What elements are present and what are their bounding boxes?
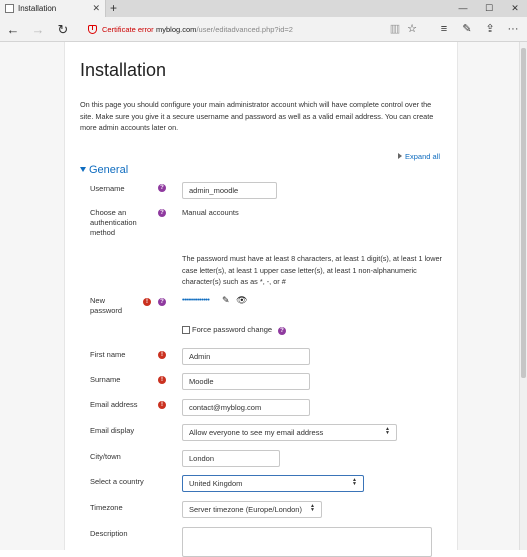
refresh-button[interactable]: ↻ xyxy=(52,17,74,42)
city-label: City/town xyxy=(90,452,121,461)
certificate-error-label[interactable]: Certificate error xyxy=(102,21,154,38)
tab-close-icon[interactable]: ✕ xyxy=(92,0,100,17)
username-help-icon[interactable]: ? xyxy=(158,184,166,192)
minimize-button[interactable]: — xyxy=(451,0,475,17)
page-scrollbar[interactable] xyxy=(519,42,527,550)
force-password-change-checkbox[interactable] xyxy=(182,326,190,334)
auth-method-help-icon[interactable]: ? xyxy=(158,209,166,217)
certificate-warning-icon[interactable] xyxy=(88,25,97,34)
hub-icon[interactable]: ≡ xyxy=(436,17,452,42)
expand-all-link[interactable]: Expand all xyxy=(398,152,440,161)
general-section-header[interactable]: General xyxy=(80,164,128,176)
select-arrow-icon: ▲ ▼ xyxy=(310,503,315,514)
intro-text: On this page you should configure your m… xyxy=(80,100,434,132)
tab-bar: Installation ✕ + — ☐ ✕ xyxy=(0,0,527,17)
password-value[interactable]: •••••••••••••• xyxy=(182,297,210,304)
tab-title: Installation xyxy=(18,4,57,13)
surname-required-icon: ! xyxy=(158,376,166,384)
surname-input[interactable]: Moodle xyxy=(182,373,310,390)
collapse-triangle-icon xyxy=(80,167,86,172)
expand-all-label: Expand all xyxy=(405,152,441,161)
email-input[interactable]: contact@myblog.com xyxy=(182,399,310,416)
username-label: Username xyxy=(90,184,125,193)
new-tab-button[interactable]: + xyxy=(110,0,117,17)
section-title: General xyxy=(89,164,129,176)
city-input[interactable]: London xyxy=(182,450,280,467)
reveal-eye-icon[interactable]: 👁 xyxy=(236,295,247,305)
maximize-button[interactable]: ☐ xyxy=(477,0,501,17)
auth-method-label: Choose an authentication method xyxy=(90,208,137,237)
firstname-input[interactable]: Admin xyxy=(182,348,310,365)
auth-method-value: Manual accounts xyxy=(182,208,239,217)
url-host: myblog.com xyxy=(156,25,197,34)
description-editor[interactable] xyxy=(182,527,432,557)
firstname-label: First name xyxy=(90,350,126,359)
email-display-label: Email display xyxy=(90,426,135,435)
back-button[interactable]: ← xyxy=(2,17,24,42)
email-label: Email address xyxy=(90,400,138,409)
page-favicon-icon xyxy=(5,4,14,13)
page-title: Installation xyxy=(80,60,167,80)
password-required-icon: ! xyxy=(143,298,151,306)
email-required-icon: ! xyxy=(158,401,166,409)
select-arrow-icon: ▲ ▼ xyxy=(385,426,390,437)
country-value: United Kingdom xyxy=(189,479,243,488)
expand-triangle-icon xyxy=(398,153,402,159)
installation-page: Installation On this page you should con… xyxy=(64,42,458,557)
reading-view-icon[interactable]: ▥ xyxy=(387,17,403,42)
timezone-select[interactable]: Server timezone (Europe/London) ▲ ▼ xyxy=(182,501,322,518)
password-actions: ✎ 👁 xyxy=(222,295,248,306)
country-label: Select a country xyxy=(90,477,144,486)
url-text[interactable]: myblog.com/user/editadvanced.php?id=2 xyxy=(156,21,293,38)
url-path: /user/editadvanced.php?id=2 xyxy=(196,25,293,34)
forward-button[interactable]: → xyxy=(27,17,49,42)
scrollbar-thumb[interactable] xyxy=(521,48,526,378)
navigation-bar: ← → ↻ Certificate error myblog.com/user/… xyxy=(0,17,527,42)
web-note-icon[interactable]: ✎ xyxy=(459,17,475,42)
description-label: Description xyxy=(90,529,128,538)
new-password-label: New password xyxy=(90,296,123,315)
firstname-required-icon: ! xyxy=(158,351,166,359)
window-close-button[interactable]: ✕ xyxy=(503,0,527,17)
page-margin-left xyxy=(0,42,64,550)
force-password-change-label[interactable]: Force password change xyxy=(192,325,272,334)
browser-tab[interactable]: Installation ✕ xyxy=(0,0,106,17)
email-display-select[interactable]: Allow everyone to see my email address ▲… xyxy=(182,424,397,441)
address-bar[interactable]: Certificate error myblog.com/user/editad… xyxy=(83,21,383,38)
email-display-value: Allow everyone to see my email address xyxy=(189,428,324,437)
timezone-value: Server timezone (Europe/London) xyxy=(189,505,302,514)
force-change-help-icon[interactable]: ? xyxy=(278,327,286,335)
favorite-star-icon[interactable]: ☆ xyxy=(404,17,420,42)
country-select[interactable]: United Kingdom ▲ ▼ xyxy=(182,475,364,492)
page-margin-right xyxy=(458,42,519,550)
password-help-icon[interactable]: ? xyxy=(158,298,166,306)
username-input[interactable]: admin_moodle xyxy=(182,182,277,199)
share-icon[interactable]: ⇪ xyxy=(482,17,498,42)
surname-label: Surname xyxy=(90,375,121,384)
edit-pencil-icon[interactable]: ✎ xyxy=(222,295,230,305)
password-policy-text: The password must have at least 8 charac… xyxy=(182,254,442,286)
timezone-label: Timezone xyxy=(90,503,123,512)
select-arrow-icon: ▲ ▼ xyxy=(352,477,357,488)
more-options-icon[interactable]: ··· xyxy=(505,17,521,42)
